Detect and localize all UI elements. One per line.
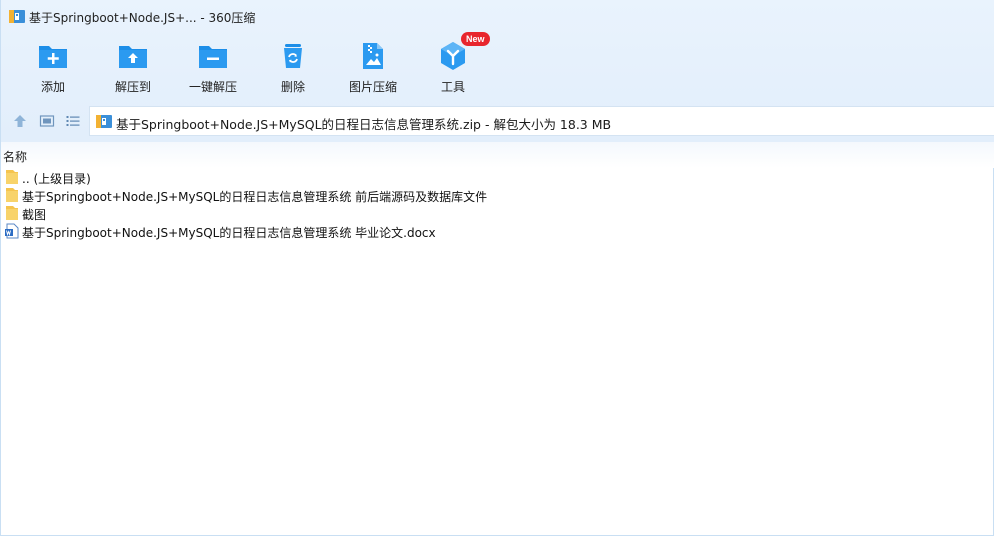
list-view-icon[interactable] [65, 113, 81, 129]
top-area: 基于Springboot+Node.JS+... - 360压缩 添加 解压到 … [1, 0, 994, 142]
file-name: .. (上级目录) [22, 172, 91, 186]
list-item[interactable]: 基于Springboot+Node.JS+MySQL的日程日志信息管理系统 毕业… [1, 222, 994, 240]
archive-app-icon [9, 10, 25, 23]
extract-to-button[interactable]: 解压到 [93, 34, 173, 98]
file-list: .. (上级目录) 基于Springboot+Node.JS+MySQL的日程日… [1, 168, 994, 240]
file-name: 基于Springboot+Node.JS+MySQL的日程日志信息管理系统 毕业… [22, 226, 436, 240]
word-document-icon [5, 223, 19, 239]
image-compress-label: 图片压缩 [348, 80, 397, 94]
delete-button[interactable]: 删除 [253, 34, 333, 98]
folder-icon [6, 206, 18, 220]
file-name: 基于Springboot+Node.JS+MySQL的日程日志信息管理系统 前后… [22, 190, 488, 204]
one-click-extract-icon [199, 46, 227, 68]
list-header: 名称 [1, 142, 994, 168]
file-name: 截图 [22, 208, 47, 222]
thumbnail-view-icon[interactable] [39, 113, 55, 129]
zip-file-icon [96, 115, 112, 128]
window-title: 基于Springboot+Node.JS+... - 360压缩 [29, 11, 256, 25]
extract-to-icon [119, 46, 147, 68]
address-bar[interactable]: 基于Springboot+Node.JS+MySQL的日程日志信息管理系统.zi… [89, 106, 994, 136]
list-item[interactable]: 截图 [1, 204, 994, 222]
folder-icon [6, 170, 18, 184]
list-item[interactable]: .. (上级目录) [1, 168, 994, 186]
navigation-row: 基于Springboot+Node.JS+MySQL的日程日志信息管理系统.zi… [1, 106, 994, 136]
toolbar: 添加 解压到 一键解压 删除 图片压缩 New 工具 [1, 32, 601, 98]
tools-button[interactable]: New 工具 [413, 32, 493, 98]
up-level-icon[interactable] [12, 113, 28, 129]
address-path: 基于Springboot+Node.JS+MySQL的日程日志信息管理系统.zi… [116, 117, 612, 132]
list-item[interactable]: 基于Springboot+Node.JS+MySQL的日程日志信息管理系统 前后… [1, 186, 994, 204]
image-compress-button[interactable]: 图片压缩 [333, 34, 413, 98]
tools-label: 工具 [440, 80, 465, 94]
one-click-extract-button[interactable]: 一键解压 [173, 34, 253, 98]
image-compress-icon [363, 43, 383, 69]
one-click-extract-label: 一键解压 [188, 80, 237, 94]
new-badge: New [461, 32, 490, 46]
app-window: 基于Springboot+Node.JS+... - 360压缩 添加 解压到 … [0, 0, 994, 536]
add-icon [39, 46, 67, 68]
extract-to-label: 解压到 [114, 80, 151, 94]
delete-label: 删除 [280, 80, 305, 94]
folder-icon [6, 188, 18, 202]
delete-icon [284, 44, 302, 68]
add-label: 添加 [40, 80, 65, 94]
add-button[interactable]: 添加 [13, 34, 93, 98]
column-header-name[interactable]: 名称 [3, 148, 27, 165]
title-bar: 基于Springboot+Node.JS+... - 360压缩 [1, 0, 994, 32]
